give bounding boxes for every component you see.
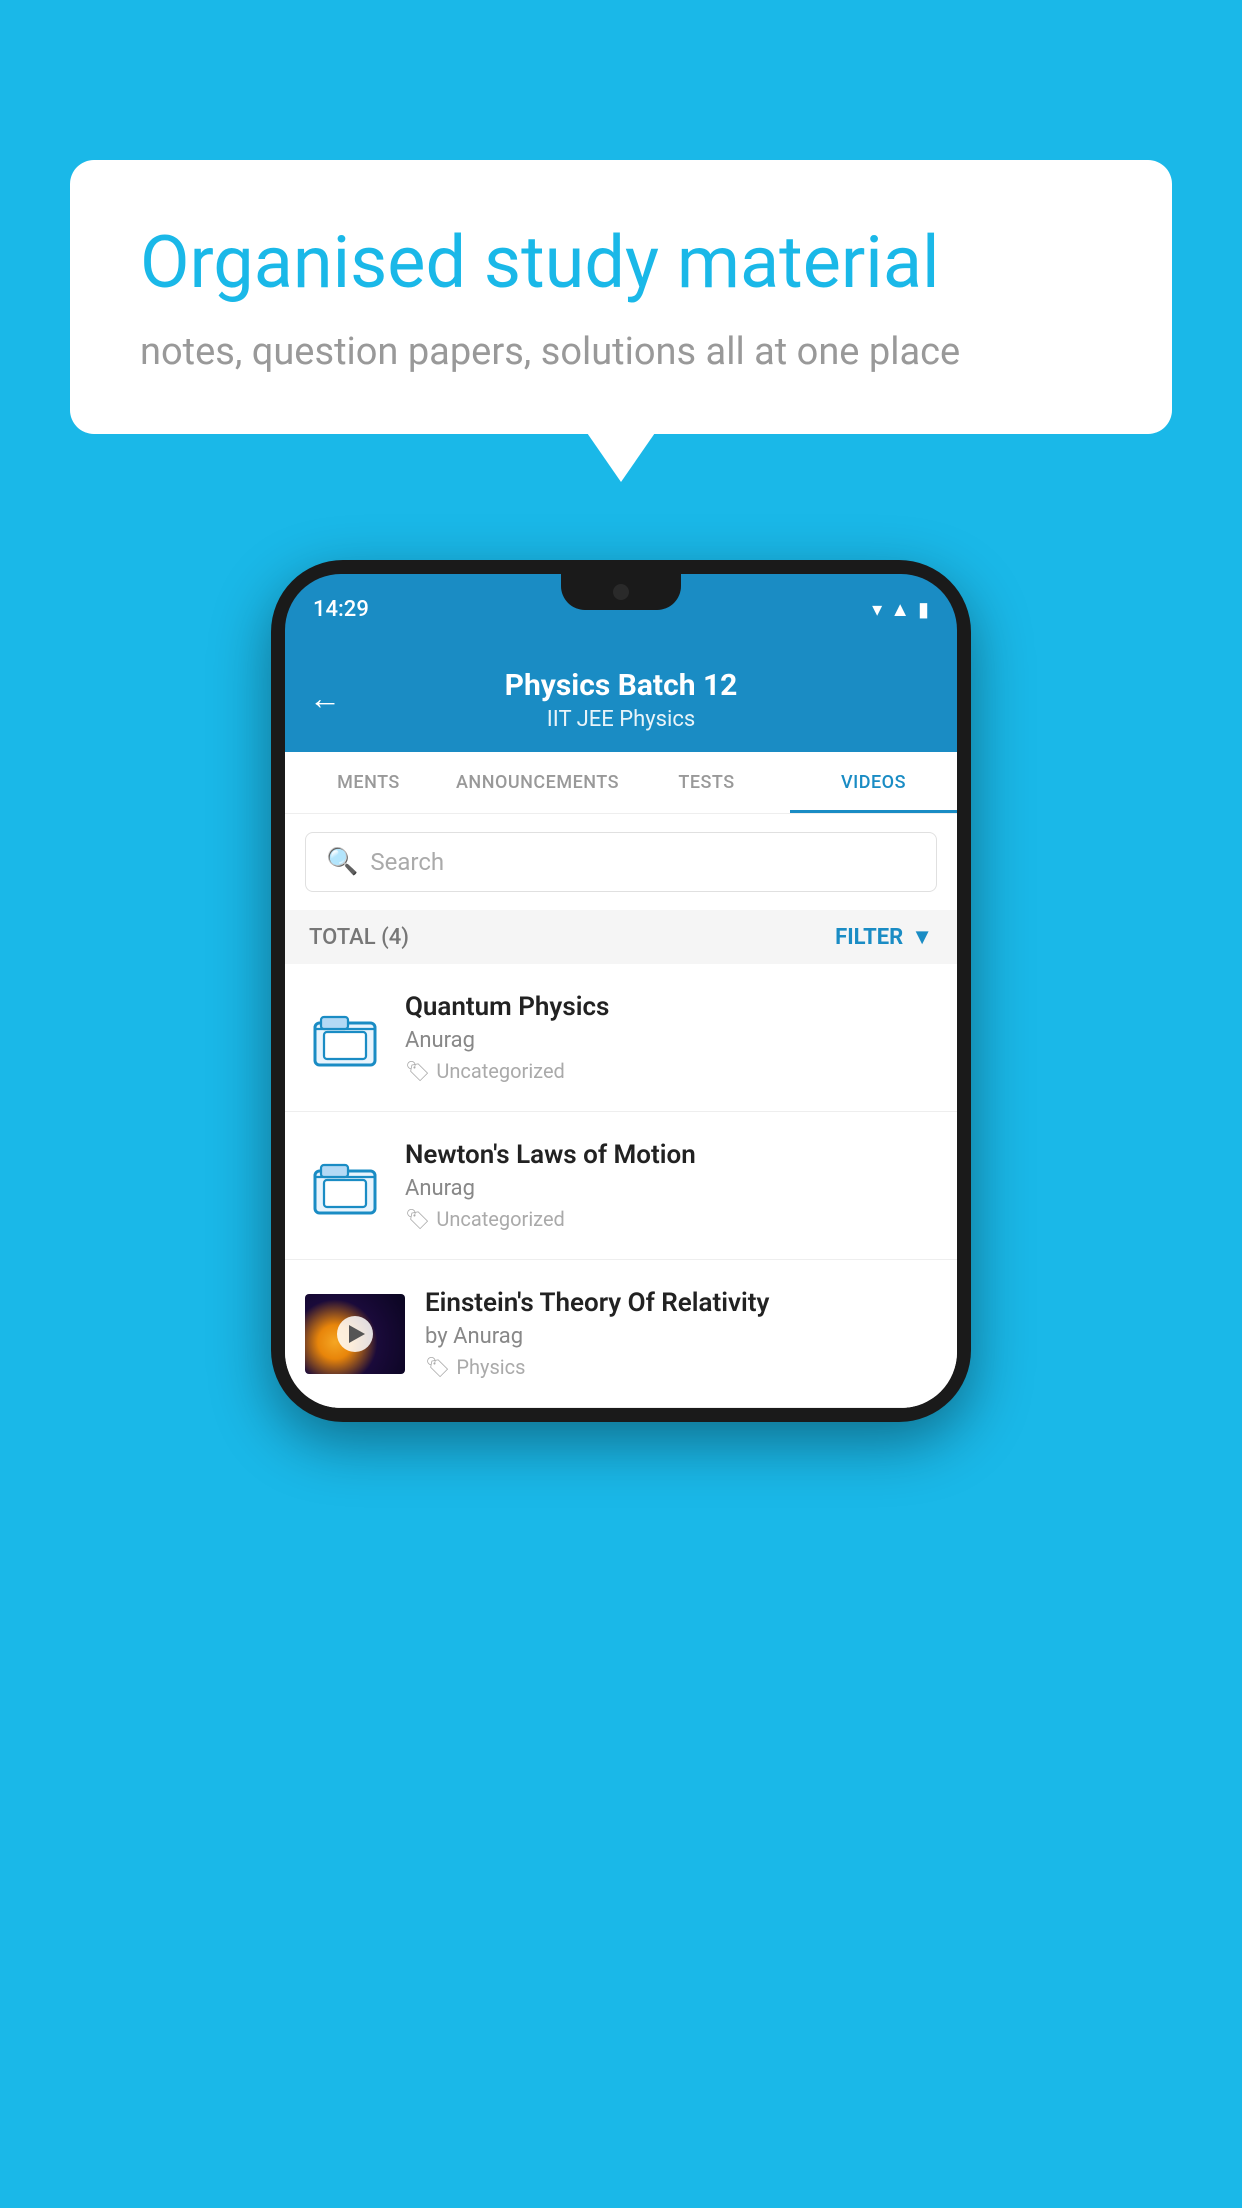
video-author: Anurag [405, 1176, 937, 1201]
header-subtitle: IIT JEE Physics [315, 707, 927, 732]
video-info: Einstein's Theory Of Relativity by Anura… [425, 1288, 937, 1379]
folder-icon [305, 998, 385, 1078]
status-bar: 14:29 ▾ ▲ ▮ [285, 574, 957, 644]
phone-wrapper: 14:29 ▾ ▲ ▮ ← Physics Batch 12 IIT JEE P… [271, 560, 971, 1422]
video-list: Quantum Physics Anurag 🏷 Uncategorized [285, 964, 957, 1408]
video-thumbnail [305, 1294, 405, 1374]
tab-videos[interactable]: VIDEOS [790, 752, 957, 813]
search-bar[interactable]: 🔍 Search [305, 832, 937, 892]
tab-tests[interactable]: TESTS [623, 752, 790, 813]
bubble-subtitle: notes, question papers, solutions all at… [140, 330, 1102, 374]
filter-label: FILTER [835, 925, 903, 950]
speech-bubble-container: Organised study material notes, question… [70, 160, 1172, 434]
phone-screen: ← Physics Batch 12 IIT JEE Physics MENTS… [285, 644, 957, 1408]
folder-icon [305, 1146, 385, 1226]
search-icon: 🔍 [326, 847, 358, 877]
video-tag: 🏷 Physics [425, 1355, 937, 1379]
back-button[interactable]: ← [309, 679, 341, 717]
tab-ments[interactable]: MENTS [285, 752, 452, 813]
search-input[interactable]: Search [370, 848, 444, 876]
filter-button[interactable]: FILTER ▼ [835, 924, 933, 950]
app-header: ← Physics Batch 12 IIT JEE Physics [285, 644, 957, 752]
tab-announcements[interactable]: ANNOUNCEMENTS [452, 752, 623, 813]
play-button[interactable] [337, 1316, 373, 1352]
camera-dot [613, 584, 629, 600]
status-icons: ▾ ▲ ▮ [872, 597, 929, 622]
video-tag: 🏷 Uncategorized [405, 1059, 937, 1083]
video-info: Quantum Physics Anurag 🏷 Uncategorized [405, 992, 937, 1083]
video-title: Newton's Laws of Motion [405, 1140, 937, 1170]
list-item[interactable]: Quantum Physics Anurag 🏷 Uncategorized [285, 964, 957, 1112]
battery-icon: ▮ [918, 597, 929, 621]
signal-icon: ▲ [890, 597, 910, 622]
list-item[interactable]: Einstein's Theory Of Relativity by Anura… [285, 1260, 957, 1408]
video-title: Quantum Physics [405, 992, 937, 1022]
header-title: Physics Batch 12 [315, 668, 927, 703]
filter-bar: TOTAL (4) FILTER ▼ [285, 910, 957, 964]
video-author: by Anurag [425, 1324, 937, 1349]
video-title: Einstein's Theory Of Relativity [425, 1288, 937, 1318]
play-triangle-icon [349, 1325, 365, 1343]
status-time: 14:29 [313, 597, 369, 622]
video-info: Newton's Laws of Motion Anurag 🏷 Uncateg… [405, 1140, 937, 1231]
tag-icon: 🏷 [405, 1059, 430, 1083]
bubble-title: Organised study material [140, 220, 1102, 306]
wifi-icon: ▾ [872, 597, 882, 621]
list-item[interactable]: Newton's Laws of Motion Anurag 🏷 Uncateg… [285, 1112, 957, 1260]
phone-device: 14:29 ▾ ▲ ▮ ← Physics Batch 12 IIT JEE P… [271, 560, 971, 1422]
total-count: TOTAL (4) [309, 925, 409, 950]
filter-funnel-icon: ▼ [911, 924, 933, 950]
tabs-container: MENTS ANNOUNCEMENTS TESTS VIDEOS [285, 752, 957, 814]
phone-notch [561, 574, 681, 610]
tag-icon: 🏷 [425, 1355, 450, 1379]
video-tag: 🏷 Uncategorized [405, 1207, 937, 1231]
tag-icon: 🏷 [405, 1207, 430, 1231]
speech-bubble: Organised study material notes, question… [70, 160, 1172, 434]
video-author: Anurag [405, 1028, 937, 1053]
